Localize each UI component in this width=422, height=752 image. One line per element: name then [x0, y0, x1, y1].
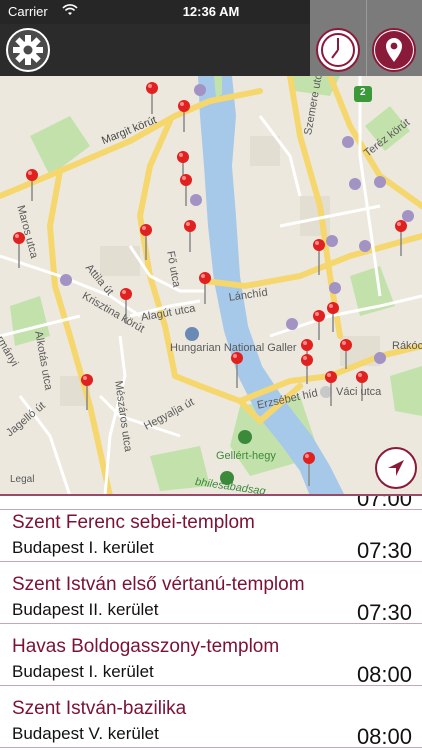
top-toolbar — [0, 0, 422, 100]
church-location: Budapest V. kerület — [12, 724, 159, 743]
list-item[interactable]: Szent Ferenc sebei-templom Budapest I. k… — [0, 500, 422, 563]
schedule-list[interactable]: 07:00 Szent Ferenc sebei-templom Budapes… — [0, 494, 422, 752]
list-item[interactable]: Havas Boldogasszony-templom Budapest I. … — [0, 624, 422, 687]
map-canvas — [0, 76, 422, 496]
church-name: Szent István-bazilika — [12, 698, 187, 719]
church-name: Havas Boldogasszony-templom — [12, 636, 280, 657]
map-label-rakoczi: Rákóc — [392, 340, 422, 352]
church-name: Szent István első vértanú-templom — [12, 574, 305, 595]
map-pin-5 — [184, 220, 196, 252]
map-pin-15 — [313, 310, 325, 340]
settings-button[interactable] — [6, 28, 50, 72]
church-name: Szent Ferenc sebei-templom — [12, 512, 255, 533]
map-pin-1 — [146, 82, 158, 114]
gear-icon — [6, 28, 50, 72]
mass-time: 08:00 — [356, 662, 412, 687]
locate-me-button[interactable] — [375, 447, 417, 489]
map-pin-icon — [375, 31, 413, 69]
church-location: Budapest I. kerület — [12, 662, 154, 681]
map-pin-9 — [199, 272, 211, 304]
map-view[interactable]: 2 Margit körút Maros utca Szemere utca T… — [0, 76, 422, 496]
map-view-button[interactable] — [372, 28, 416, 72]
mass-time: 07:30 — [356, 538, 412, 563]
map-label-vaci-utca: Váci utca — [336, 386, 382, 398]
list-item[interactable]: Szent István-bazilika Budapest V. kerüle… — [0, 686, 422, 749]
schedule-button[interactable] — [316, 28, 360, 72]
map-legal-link[interactable]: Legal — [10, 474, 34, 485]
list-item[interactable]: Szent István első vértanú-templom Budape… — [0, 562, 422, 625]
navigation-arrow-icon — [388, 460, 404, 476]
church-location: Budapest I. kerület — [12, 538, 154, 557]
mass-time: 08:00 — [356, 724, 412, 749]
clock-icon — [321, 33, 355, 67]
mass-time: 07:30 — [356, 600, 412, 625]
map-label-gellert-hegy: Gellért-hegy — [216, 450, 276, 462]
map-label-hungarian-national-gallery: Hungarian National Galler — [170, 342, 297, 354]
church-location: Budapest II. kerület — [12, 600, 159, 619]
highway-badge-label: 2 — [360, 87, 366, 98]
